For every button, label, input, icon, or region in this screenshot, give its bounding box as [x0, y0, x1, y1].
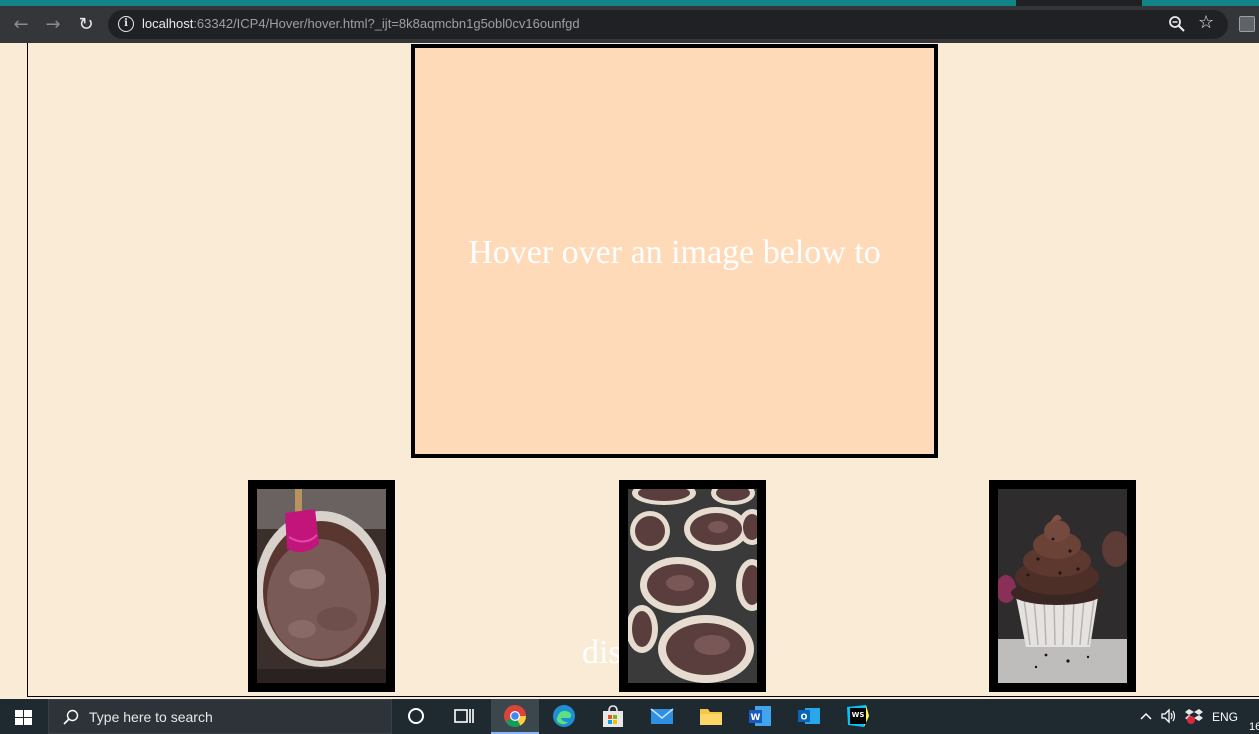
svg-text:O: O — [801, 713, 808, 722]
display-text: Hover over an image below to — [468, 234, 881, 271]
extension-icon[interactable] — [1239, 16, 1255, 32]
mail-icon[interactable] — [650, 704, 674, 728]
address-bar[interactable]: i localhost:63342/ICP4/Hover/hover.html?… — [108, 10, 1228, 39]
chrome-icon[interactable] — [503, 704, 527, 728]
frosted-cupcake-image — [998, 489, 1127, 683]
windows-start-icon[interactable] — [15, 710, 33, 726]
reload-icon[interactable]: ↻ — [75, 14, 97, 36]
page-viewport: Hover over an image below to dis — [0, 43, 1259, 699]
bookmark-star-icon[interactable]: ☆ — [1198, 12, 1214, 33]
cortana-icon[interactable] — [404, 704, 428, 728]
browser-toolbar: ← → ↻ i localhost:63342/ICP4/Hover/hover… — [0, 6, 1259, 43]
batter-bowl-image — [257, 489, 386, 683]
clock-partial[interactable]: 16 — [1249, 721, 1259, 733]
overflow-text: dis — [582, 634, 622, 671]
dropbox-icon[interactable] — [1185, 707, 1203, 725]
webstorm-icon[interactable]: WS — [846, 704, 870, 728]
task-view-icon[interactable] — [452, 704, 476, 728]
taskbar-search-box[interactable]: Type here to search — [48, 699, 392, 734]
outlook-icon[interactable]: O — [797, 704, 821, 728]
search-icon — [63, 709, 79, 725]
chevron-up-icon[interactable] — [1138, 708, 1154, 724]
language-indicator[interactable]: ENG — [1212, 710, 1238, 724]
windows-taskbar: Type here to search W O WS ENG 16 — [0, 699, 1259, 734]
url-text: localhost:63342/ICP4/Hover/hover.html?_i… — [142, 16, 580, 31]
word-icon[interactable]: W — [748, 704, 772, 728]
edge-icon[interactable] — [552, 704, 576, 728]
image-display-box: Hover over an image below to — [411, 44, 938, 458]
thumbnail-chocolate-batter[interactable] — [248, 480, 395, 692]
store-icon[interactable] — [601, 704, 625, 728]
thumbnail-frosted-cupcake[interactable] — [989, 480, 1136, 692]
file-explorer-icon[interactable] — [699, 704, 723, 728]
cupcake-tin-image — [628, 489, 757, 683]
zoom-icon[interactable] — [1168, 15, 1186, 33]
url-host: localhost — [142, 16, 194, 31]
url-path: :63342/ICP4/Hover/hover.html?_ijt=8k8aqm… — [193, 16, 580, 31]
search-placeholder: Type here to search — [89, 709, 213, 725]
svg-text:W: W — [751, 713, 761, 723]
thumbnail-cupcake-tin[interactable] — [619, 480, 766, 692]
svg-text:WS: WS — [852, 711, 865, 719]
volume-icon[interactable] — [1160, 708, 1178, 724]
site-info-icon[interactable]: i — [118, 16, 134, 32]
forward-arrow-icon[interactable]: → — [42, 14, 64, 36]
back-arrow-icon[interactable]: ← — [10, 14, 32, 36]
